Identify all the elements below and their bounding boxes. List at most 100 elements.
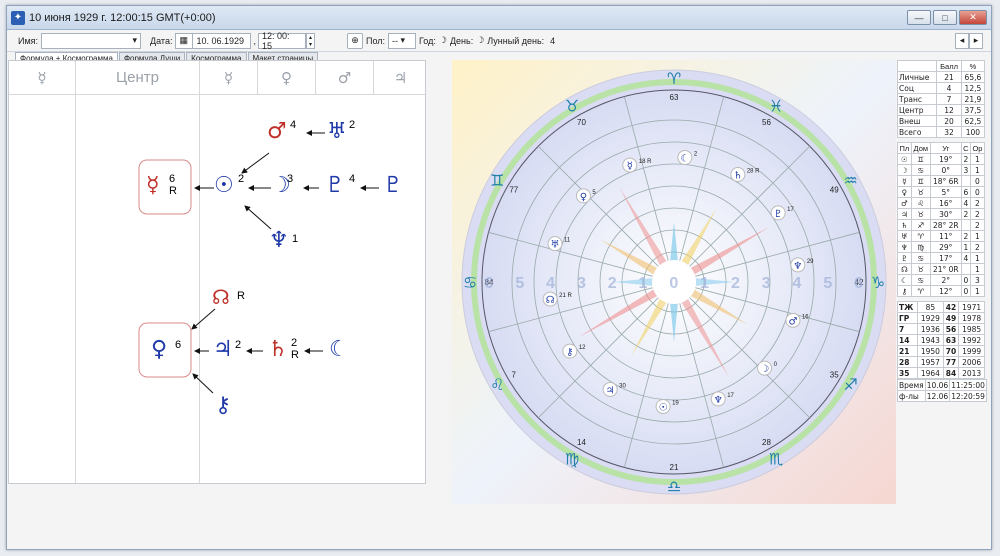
score-cell: 7 [936, 93, 962, 105]
planet-icon: ⚷ [566, 347, 573, 358]
planet-cell [960, 263, 971, 275]
cosmogram[interactable]: ♓ ♒ ♑ ♐ ♏ ♎ ♍ ♌ ♋ ♊ ♉ ♈ 63 56 49 42 35 28 21 14 7 84 77 70 654… [452, 60, 896, 504]
planet-cell: ♌ [910, 197, 931, 209]
cycle-row: 21 1950 70 1999 [896, 345, 985, 357]
saturn-glyph: ♄ [268, 337, 288, 362]
moon-num: 3 [287, 173, 294, 185]
cycle-cell: 1936 [917, 323, 944, 335]
score-label: 4 [546, 275, 555, 292]
score-row: Всего 32 100 [896, 126, 986, 138]
cycle-cell: 2013 [958, 367, 985, 379]
cycle-row: 28 1957 77 2006 [896, 356, 985, 368]
calendar-icon: ▦ [179, 35, 188, 45]
planet-row: ⚷ ♈ 12° 0 1 [897, 285, 986, 297]
planet-cell: 3 [969, 274, 986, 286]
planet-cell: ♋ [910, 274, 931, 286]
planet-cell: 1 [969, 164, 986, 176]
zodiac-sign-icon: ♎ [667, 477, 681, 496]
planet-icon: ♄ [733, 171, 742, 182]
degree-label: 28 [762, 438, 771, 447]
degree-label: 21 [670, 463, 679, 472]
window-title: 10 июня 1929 г. 12:00:15 GMT(+0:00) [29, 11, 216, 24]
uranus-glyph: ♅ [327, 119, 347, 144]
sex-select[interactable]: -- ▾ [388, 32, 417, 49]
zodiac-sign-icon: ♊ [490, 171, 504, 190]
time-cell: ф-лы [897, 390, 926, 402]
planet-header-cell: С [960, 142, 971, 154]
name-input[interactable]: ▾ [41, 32, 142, 49]
planet-cell: 30° [929, 208, 962, 220]
planet-cell: 2 [969, 208, 986, 220]
score-cell: 65,6 [960, 71, 986, 83]
calendar-button[interactable]: ▦ [175, 32, 194, 49]
prev-button[interactable]: ◂ [955, 32, 969, 49]
planet-cell: 19° [929, 153, 962, 165]
cycle-cell: 1929 [917, 312, 944, 324]
saturn-label: 2R [291, 337, 299, 361]
maximize-button[interactable]: □ [933, 10, 957, 25]
pluto-num: 4 [349, 173, 356, 185]
day-label: День: [449, 35, 474, 46]
planet-cell: 12° [929, 285, 962, 297]
score-cell: 12,5 [960, 82, 986, 94]
planet-row: ☿ ♊ 18° 6R 0 [897, 175, 986, 187]
score-label: 5 [515, 275, 524, 292]
side-panel: Балл% Личные 21 65,6 Соц 4 12,5 Транс 7 21,9 Центр… [896, 60, 987, 402]
cycle-cell: 1992 [958, 334, 985, 346]
score-cell: 100 [960, 126, 986, 138]
planet-row: ♆ ♍ 29° 1 2 [897, 241, 986, 253]
planet-cell [960, 219, 971, 231]
planet-cell: 29° [929, 241, 962, 253]
planet-icon: ♆ [714, 395, 723, 406]
close-button[interactable]: ✕ [959, 10, 987, 25]
node-sub: R [237, 290, 245, 302]
zodiac-sign-icon: ♒ [843, 171, 857, 190]
chevron-down-icon: ▾ [132, 35, 138, 45]
cosmogram-svg: ♓♒♑♐♏♎♍♌♋♊♉♈ 63564942352821147847770 654… [452, 60, 896, 504]
planet-cell: 2 [960, 153, 971, 165]
planet-cell: 2 [969, 219, 986, 231]
planet-cell: 2 [960, 230, 971, 242]
minimize-button[interactable]: — [907, 10, 931, 25]
day-moon-icon: ☽ [476, 35, 485, 46]
zodiac-sign-icon: ♑ [871, 273, 885, 292]
planet-icon: ☾ [680, 153, 689, 164]
cycle-cell: 1978 [958, 312, 985, 324]
planet-row: ☾ ♋ 2° 0 3 [897, 274, 986, 286]
time-input[interactable]: 12: 00: 15 [257, 31, 306, 51]
cycle-cell: 85 [917, 301, 944, 313]
planet-cell: 2 [969, 241, 986, 253]
cycle-row: 14 1943 63 1992 [896, 334, 985, 346]
planet-header-cell: Уг [929, 142, 962, 154]
mercury-glyph: ☿ [146, 173, 160, 198]
planet-cell: 1 [969, 263, 986, 275]
cycle-table: ТЖ 85 42 1971 ГР 1929 49 1978 7 1936 56 1985 14 1943 6… [896, 301, 985, 379]
planet-label: 11 [564, 238, 571, 244]
date-input[interactable]: 10. 06.1929 [193, 32, 252, 49]
next-button[interactable]: ▸ [969, 32, 983, 49]
planet-cell: ⚷ [897, 285, 912, 297]
score-header-cell [896, 60, 938, 72]
degree-label: 14 [577, 438, 586, 447]
arrow-chiron-venus [192, 373, 214, 394]
planet-cell: ☉ [897, 153, 912, 165]
time-table: Время 10.06 11:25:00 ф-лы 12.06 12:20:59 [897, 379, 987, 402]
sun-glyph: ☉ [214, 173, 234, 198]
score-label: 6 [485, 275, 494, 292]
score-label: 1 [639, 275, 648, 292]
globe-button[interactable]: ⊕ [346, 32, 363, 49]
cycle-cell: 1971 [958, 301, 985, 313]
cycle-cell: 49 [942, 312, 960, 324]
planet-cell: 1 [969, 252, 986, 264]
cycle-row: 35 1964 84 2013 [896, 367, 985, 379]
planet-cell: ♃ [897, 208, 912, 220]
planet-cell: 2 [969, 197, 986, 209]
planet-row: ♂ ♌ 16° 4 2 [897, 197, 986, 209]
arrow-node-venus [191, 308, 216, 330]
planet-cell: 1 [969, 230, 986, 242]
uranus-num: 2 [349, 119, 356, 131]
cycle-cell: 1964 [917, 367, 944, 379]
score-label: 1 [700, 275, 709, 292]
time-spinner[interactable]: ▴ ▾ [305, 32, 315, 49]
sex-value: -- [392, 35, 399, 46]
